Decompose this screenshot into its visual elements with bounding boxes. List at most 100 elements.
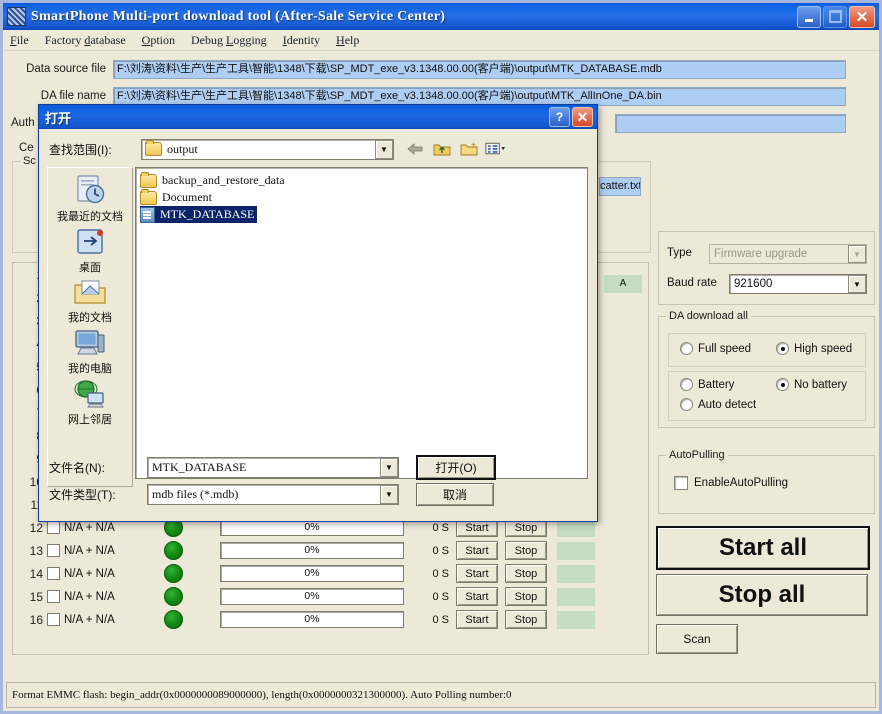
up-folder-icon <box>433 144 450 156</box>
minimize-button[interactable] <box>797 5 821 28</box>
dialog-help-button[interactable]: ? <box>549 107 570 127</box>
port-start-button[interactable]: Start <box>456 587 498 606</box>
port-progress: 0% <box>220 565 404 582</box>
port-status-led <box>164 610 183 629</box>
close-button[interactable]: ✕ <box>849 5 875 28</box>
baud-rate-value: 921600 <box>734 278 773 290</box>
port-stop-button[interactable]: Stop <box>505 564 547 583</box>
radio-icon <box>680 378 693 391</box>
place-label: 网上邻居 <box>68 414 112 426</box>
file-name-input[interactable]: MTK_DATABASE ▼ <box>147 457 399 478</box>
menu-file[interactable]: File <box>10 33 29 48</box>
list-item[interactable]: backup_and_restore_data <box>140 171 288 189</box>
open-button[interactable]: 打开(O) <box>416 455 496 480</box>
database-file-icon <box>140 206 155 223</box>
place-label: 我的文档 <box>68 312 112 324</box>
port-checkbox[interactable] <box>47 613 60 626</box>
views-button[interactable] <box>485 140 506 159</box>
type-label: Type <box>667 247 692 259</box>
radio-no-battery[interactable]: No battery <box>776 378 847 391</box>
folder-icon <box>145 140 162 156</box>
port-status-led <box>164 564 183 583</box>
place-my-computer[interactable]: 我的电脑 <box>48 328 132 376</box>
data-source-file-input[interactable]: F:\刘涛\资料\生产\生产工具\智能\1348\下载\SP_MDT_exe_v… <box>113 59 846 79</box>
radio-battery[interactable]: Battery <box>680 378 734 391</box>
status-bar: Format EMMC flash: begin_addr(0x00000000… <box>6 682 876 708</box>
radio-high-speed[interactable]: High speed <box>776 342 852 355</box>
radio-icon <box>680 398 693 411</box>
port-elapsed: 0 S <box>432 613 449 626</box>
port-checkbox[interactable] <box>47 590 60 603</box>
file-list[interactable]: backup_and_restore_data Document MTK_DATAB… <box>135 167 588 479</box>
list-item[interactable]: Document <box>140 188 215 206</box>
port-name: N/A + N/A <box>64 567 115 580</box>
back-button[interactable] <box>404 140 425 159</box>
enable-autopulling-checkbox[interactable]: EnableAutoPulling <box>674 476 788 490</box>
table-row: 14 N/A + N/A 0% 0 S Start Stop <box>13 562 648 585</box>
dialog-toolbar <box>404 140 506 159</box>
port-stop-button[interactable]: Stop <box>505 541 547 560</box>
place-recent-documents[interactable]: 我最近的文档 <box>48 174 132 224</box>
port-number: 13 <box>29 543 43 558</box>
menu-identity[interactable]: Identity <box>283 33 320 48</box>
file-name: backup_and_restore_data <box>162 173 285 187</box>
autopulling-label: AutoPulling <box>666 449 728 461</box>
type-select[interactable]: Firmware upgrade ▼ <box>709 244 867 264</box>
port-checkbox[interactable] <box>47 521 60 534</box>
radio-full-speed[interactable]: Full speed <box>680 342 751 355</box>
battery-subgroup: Battery No battery Auto detect <box>668 371 866 421</box>
scatter-file-input[interactable]: catter.txt <box>599 177 641 196</box>
stop-all-button[interactable]: Stop all <box>656 574 868 616</box>
port-stop-button[interactable]: Stop <box>505 610 547 629</box>
baud-rate-select[interactable]: 921600 ▼ <box>729 274 867 294</box>
radio-auto-detect-label: Auto detect <box>698 398 757 411</box>
start-all-button[interactable]: Start all <box>656 526 870 570</box>
my-computer-icon <box>75 330 105 355</box>
port-name: N/A + N/A <box>64 521 115 534</box>
da-file-name-input[interactable]: F:\刘涛\资料\生产\生产工具\智能\1348\下载\SP_MDT_exe_v… <box>113 86 846 106</box>
places-sidebar: 我最近的文档 桌面 我的文档 我的电脑 网上邻居 <box>47 167 133 487</box>
file-type-row: 文件类型(T): mdb files (*.mdb) ▼ 取消 <box>49 483 588 506</box>
port-status-led <box>164 541 183 560</box>
radio-battery-label: Battery <box>698 378 735 391</box>
port-elapsed: 0 S <box>432 590 449 603</box>
dialog-close-button[interactable]: ✕ <box>572 107 593 127</box>
menu-debug-logging[interactable]: Debug Logging <box>191 33 267 48</box>
maximize-button[interactable] <box>823 5 847 28</box>
look-in-select[interactable]: output ▼ <box>141 138 394 160</box>
chevron-down-icon: ▼ <box>848 275 866 293</box>
menu-factory-database[interactable]: Factory database <box>45 33 126 48</box>
dialog-bottom-rows: 文件名(N): MTK_DATABASE ▼ 打开(O) 文件类型(T): md… <box>49 455 588 511</box>
port-number: 12 <box>29 520 43 535</box>
port-start-button[interactable]: Start <box>456 564 498 583</box>
port-progress: 0% <box>220 542 404 559</box>
place-desktop[interactable]: 桌面 <box>48 227 132 275</box>
list-item[interactable]: MTK_DATABASE <box>140 206 258 223</box>
port-start-button[interactable]: Start <box>456 541 498 560</box>
port-start-button[interactable]: Start <box>456 610 498 629</box>
place-my-documents[interactable]: 我的文档 <box>48 278 132 325</box>
create-new-folder-button[interactable] <box>458 140 479 159</box>
cancel-button[interactable]: 取消 <box>416 483 494 506</box>
back-icon <box>406 143 422 155</box>
menu-help[interactable]: Help <box>336 33 359 48</box>
file-name-label: 文件名(N): <box>49 461 105 475</box>
dialog-title: 打开 <box>45 110 72 126</box>
file-type-select[interactable]: mdb files (*.mdb) ▼ <box>147 484 399 505</box>
radio-auto-detect[interactable]: Auto detect <box>680 398 756 411</box>
scan-button[interactable]: Scan <box>656 624 738 654</box>
port-status-cell <box>557 587 595 606</box>
port-checkbox[interactable] <box>47 544 60 557</box>
port-stop-button[interactable]: Stop <box>505 587 547 606</box>
port-status-cell <box>557 610 595 629</box>
dialog-window-controls: ? ✕ <box>549 107 593 127</box>
place-network[interactable]: 网上邻居 <box>48 379 132 427</box>
file-type-label: 文件类型(T): <box>49 488 116 502</box>
da-file-name-label: DA file name <box>40 90 106 102</box>
menu-option[interactable]: Option <box>142 33 175 48</box>
chevron-down-icon: ▼ <box>848 245 866 263</box>
auth-file-input[interactable] <box>615 113 846 133</box>
title-bar: SmartPhone Multi-port download tool (Aft… <box>3 3 879 31</box>
up-one-level-button[interactable] <box>431 140 452 159</box>
port-checkbox[interactable] <box>47 567 60 580</box>
